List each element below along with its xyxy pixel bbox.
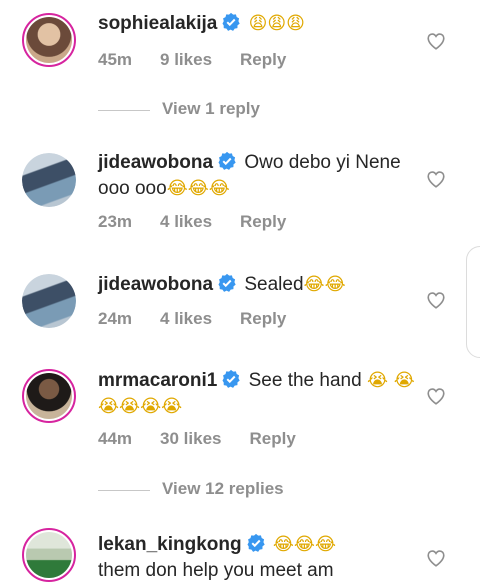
username[interactable]: sophiealakija (98, 13, 217, 34)
comment-meta: 44m 30 likes Reply (98, 429, 324, 449)
username[interactable]: jideawobona (98, 274, 213, 295)
avatar-photo (26, 17, 72, 63)
likes-count[interactable]: 4 likes (160, 309, 212, 329)
comment-text: them don help you meet am (98, 560, 334, 581)
emoji-text: 😩😩😩 (248, 13, 305, 34)
likes-count[interactable]: 30 likes (160, 429, 221, 449)
reply-button[interactable]: Reply (240, 309, 286, 329)
reply-button[interactable]: Reply (240, 212, 286, 232)
comment-body: jideawobona Owo debo yi Nene ooo ooo😂😂😂 (98, 150, 416, 202)
avatar[interactable] (22, 274, 76, 328)
heart-icon[interactable] (426, 387, 446, 405)
avatar[interactable] (22, 153, 76, 207)
comment-meta: 24m 4 likes Reply (98, 309, 314, 329)
emoji-text: 😂😂😂 (166, 178, 230, 199)
comment-body: jideawobona Sealed😂😂 (98, 272, 416, 298)
likes-count[interactable]: 4 likes (160, 212, 212, 232)
comment-body: mrmacaroni1 See the hand 😭 😭😭😭😭😭 (98, 368, 416, 420)
avatar-photo (22, 274, 76, 328)
comment-text: See the hand (248, 370, 362, 391)
verified-badge-icon (222, 12, 241, 31)
scroll-edge-handle[interactable] (466, 246, 480, 358)
username[interactable]: jideawobona (98, 152, 213, 173)
comment-body: lekan_kingkong 😂😂😂 them don help you meet… (98, 532, 416, 584)
heart-icon[interactable] (426, 291, 446, 309)
timestamp: 24m (98, 309, 133, 328)
divider-line (98, 490, 150, 491)
verified-badge-icon (218, 151, 236, 170)
emoji-text: 😂😂😂 (272, 534, 336, 555)
timestamp: 23m (98, 212, 133, 231)
username[interactable]: lekan_kingkong (98, 534, 242, 555)
username[interactable]: mrmacaroni1 (98, 370, 217, 391)
timestamp: 44m (98, 429, 133, 448)
reply-button[interactable]: Reply (240, 50, 286, 70)
verified-badge-icon (222, 369, 241, 388)
divider-line (98, 110, 150, 111)
timestamp: 45m (98, 50, 133, 69)
avatar-photo (22, 153, 76, 207)
view-replies-label: View 1 reply (162, 99, 260, 118)
reply-button[interactable]: Reply (249, 429, 295, 449)
avatar[interactable] (22, 13, 76, 67)
heart-icon[interactable] (426, 549, 446, 567)
avatar[interactable] (22, 369, 76, 423)
verified-badge-icon (247, 533, 265, 552)
comment-text: Sealed (244, 274, 304, 295)
comment-body: sophiealakija 😩😩😩 (98, 11, 416, 37)
heart-icon[interactable] (426, 32, 446, 50)
avatar[interactable] (22, 528, 76, 582)
emoji-text: 😂😂 (303, 274, 346, 295)
avatar-photo (26, 532, 72, 578)
view-replies-label: View 12 replies (162, 479, 284, 498)
comment-meta: 23m 4 likes Reply (98, 212, 314, 232)
avatar-photo (26, 373, 72, 419)
verified-badge-icon (218, 273, 236, 292)
heart-icon[interactable] (426, 170, 446, 188)
comment-meta: 45m 9 likes Reply (98, 50, 314, 70)
likes-count[interactable]: 9 likes (160, 50, 212, 70)
